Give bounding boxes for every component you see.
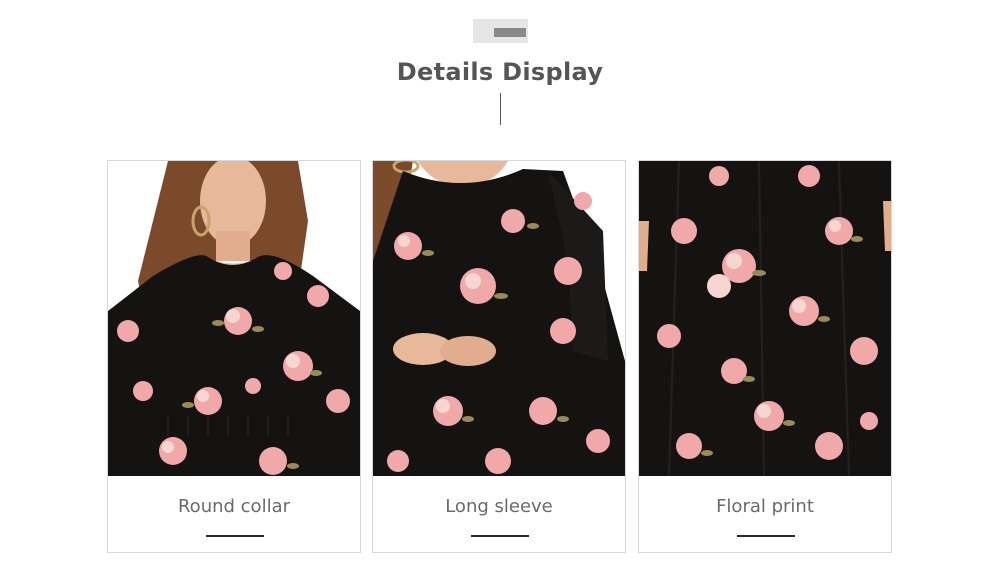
floral-print-caption: Floral print (716, 496, 814, 517)
round-collar-caption: Round collar (177, 496, 291, 517)
long-sleeve-caption: Long sleeve (445, 496, 553, 517)
caption-underline (206, 535, 264, 537)
floral-print-image (639, 161, 891, 476)
detail-card-floral-print[interactable]: Floral print (638, 160, 892, 553)
detail-card-round-collar[interactable]: Round collar (107, 160, 361, 553)
header-badge-icon (473, 19, 528, 43)
detail-card-long-sleeve[interactable]: Long sleeve (372, 160, 626, 553)
round-collar-image (108, 161, 360, 476)
round-collar-photo (108, 161, 360, 476)
caption-underline (737, 535, 795, 537)
title-divider (500, 93, 501, 125)
floral-print-photo (639, 161, 891, 476)
header-badge-bar (494, 28, 526, 37)
section-title: Details Display (396, 58, 604, 86)
long-sleeve-image (373, 161, 625, 476)
caption-underline (471, 535, 529, 537)
long-sleeve-photo (373, 161, 625, 476)
